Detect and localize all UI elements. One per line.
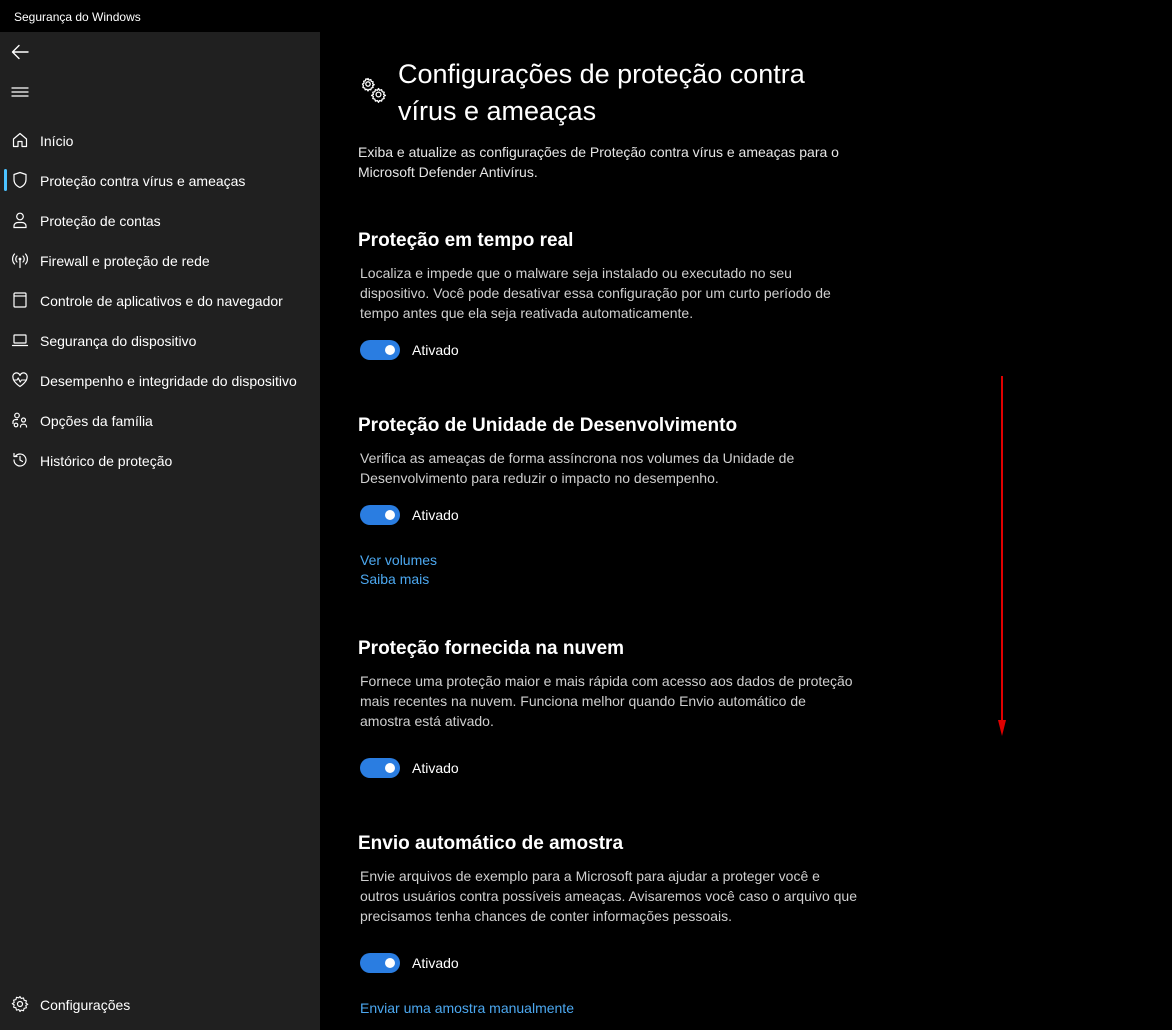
history-icon [10,450,30,470]
sidebar-item-home[interactable]: Início [0,120,320,160]
toggle-state-label: Ativado [412,955,459,971]
cloud-protection-toggle[interactable] [360,758,400,778]
realtime-toggle-row: Ativado [360,340,459,360]
sidebar-item-label: Início [40,133,74,149]
window-title: Segurança do Windows [14,10,141,24]
person-icon [10,210,30,230]
sidebar-item-account-protection[interactable]: Proteção de contas [0,200,320,240]
sidebar-item-label: Controle de aplicativos e do navegador [40,293,283,309]
back-arrow-icon [11,44,29,60]
toggle-knob [385,763,395,773]
sidebar-item-label: Firewall e proteção de rede [40,253,210,269]
back-button[interactable] [8,40,32,64]
red-down-arrow-annotation [998,376,1006,736]
section-description-dev-drive: Verifica as ameaças de forma assíncrona … [360,450,795,486]
gear-icon [10,994,30,1014]
section-description-realtime: Localiza e impede que o malware seja ins… [360,265,831,321]
wireless-antenna-icon [10,250,30,270]
section-description-sample-submission: Envie arquivos de exemplo para a Microso… [360,868,857,924]
laptop-icon [10,330,30,350]
sidebar-item-label: Histórico de proteção [40,453,173,469]
active-indicator [4,169,7,191]
view-volumes-link[interactable]: Ver volumes [360,552,437,568]
sidebar-item-virus-protection[interactable]: Proteção contra vírus e ameaças [0,160,320,200]
toggle-state-label: Ativado [412,342,459,358]
sidebar-item-device-performance[interactable]: Desempenho e integridade do dispositivo [0,360,320,400]
cloud-toggle-row: Ativado [360,758,459,778]
sidebar-item-protection-history[interactable]: Histórico de proteção [0,440,320,480]
sample-submission-toggle-row: Ativado [360,953,459,973]
dev-drive-protection-toggle[interactable] [360,505,400,525]
section-title-dev-drive: Proteção de Unidade de Desenvolvimento [358,415,738,436]
page-title: Configurações de proteção contra vírus e… [398,59,805,126]
page-description: Exiba e atualize as configurações de Pro… [358,144,839,180]
toggle-knob [385,510,395,520]
sidebar-nav: Início Proteção contra vírus e ameaças P… [0,120,320,480]
section-description-cloud: Fornece uma proteção maior e mais rápida… [360,673,853,729]
learn-more-link[interactable]: Saiba mais [360,571,429,587]
sidebar-item-label: Proteção contra vírus e ameaças [40,173,246,189]
section-title-cloud: Proteção fornecida na nuvem [358,638,625,659]
sidebar-item-settings[interactable]: Configurações [0,984,320,1024]
toggle-state-label: Ativado [412,760,459,776]
section-title-realtime: Proteção em tempo real [358,230,574,251]
sidebar-item-label: Desempenho e integridade do dispositivo [40,373,297,389]
sidebar-item-label: Proteção de contas [40,213,161,229]
sample-submission-toggle[interactable] [360,953,400,973]
menu-button[interactable] [8,80,32,104]
main-content: Configurações de proteção contra vírus e… [320,32,1172,1030]
toggle-state-label: Ativado [412,507,459,523]
toggle-knob [385,958,395,968]
sidebar-item-device-security[interactable]: Segurança do dispositivo [0,320,320,360]
sidebar-item-family-options[interactable]: Opções da família [0,400,320,440]
submit-sample-manually-link[interactable]: Enviar uma amostra manualmente [360,1000,574,1016]
dev-drive-toggle-row: Ativado [360,505,459,525]
toggle-knob [385,345,395,355]
heart-pulse-icon [10,370,30,390]
app-window-icon [10,290,30,310]
sidebar-item-label: Opções da família [40,413,153,429]
settings-label: Configurações [40,997,131,1013]
shield-icon [10,170,30,190]
sidebar-item-label: Segurança do dispositivo [40,333,197,349]
sidebar: Início Proteção contra vírus e ameaças P… [0,32,320,1030]
section-title-sample-submission: Envio automático de amostra [358,833,624,854]
realtime-protection-toggle[interactable] [360,340,400,360]
sidebar-item-firewall[interactable]: Firewall e proteção de rede [0,240,320,280]
family-icon [10,410,30,430]
sidebar-item-app-browser-control[interactable]: Controle de aplicativos e do navegador [0,280,320,320]
home-icon [10,130,30,150]
hamburger-icon [11,87,29,97]
gears-icon [361,77,387,103]
title-bar: Segurança do Windows [0,0,1172,32]
